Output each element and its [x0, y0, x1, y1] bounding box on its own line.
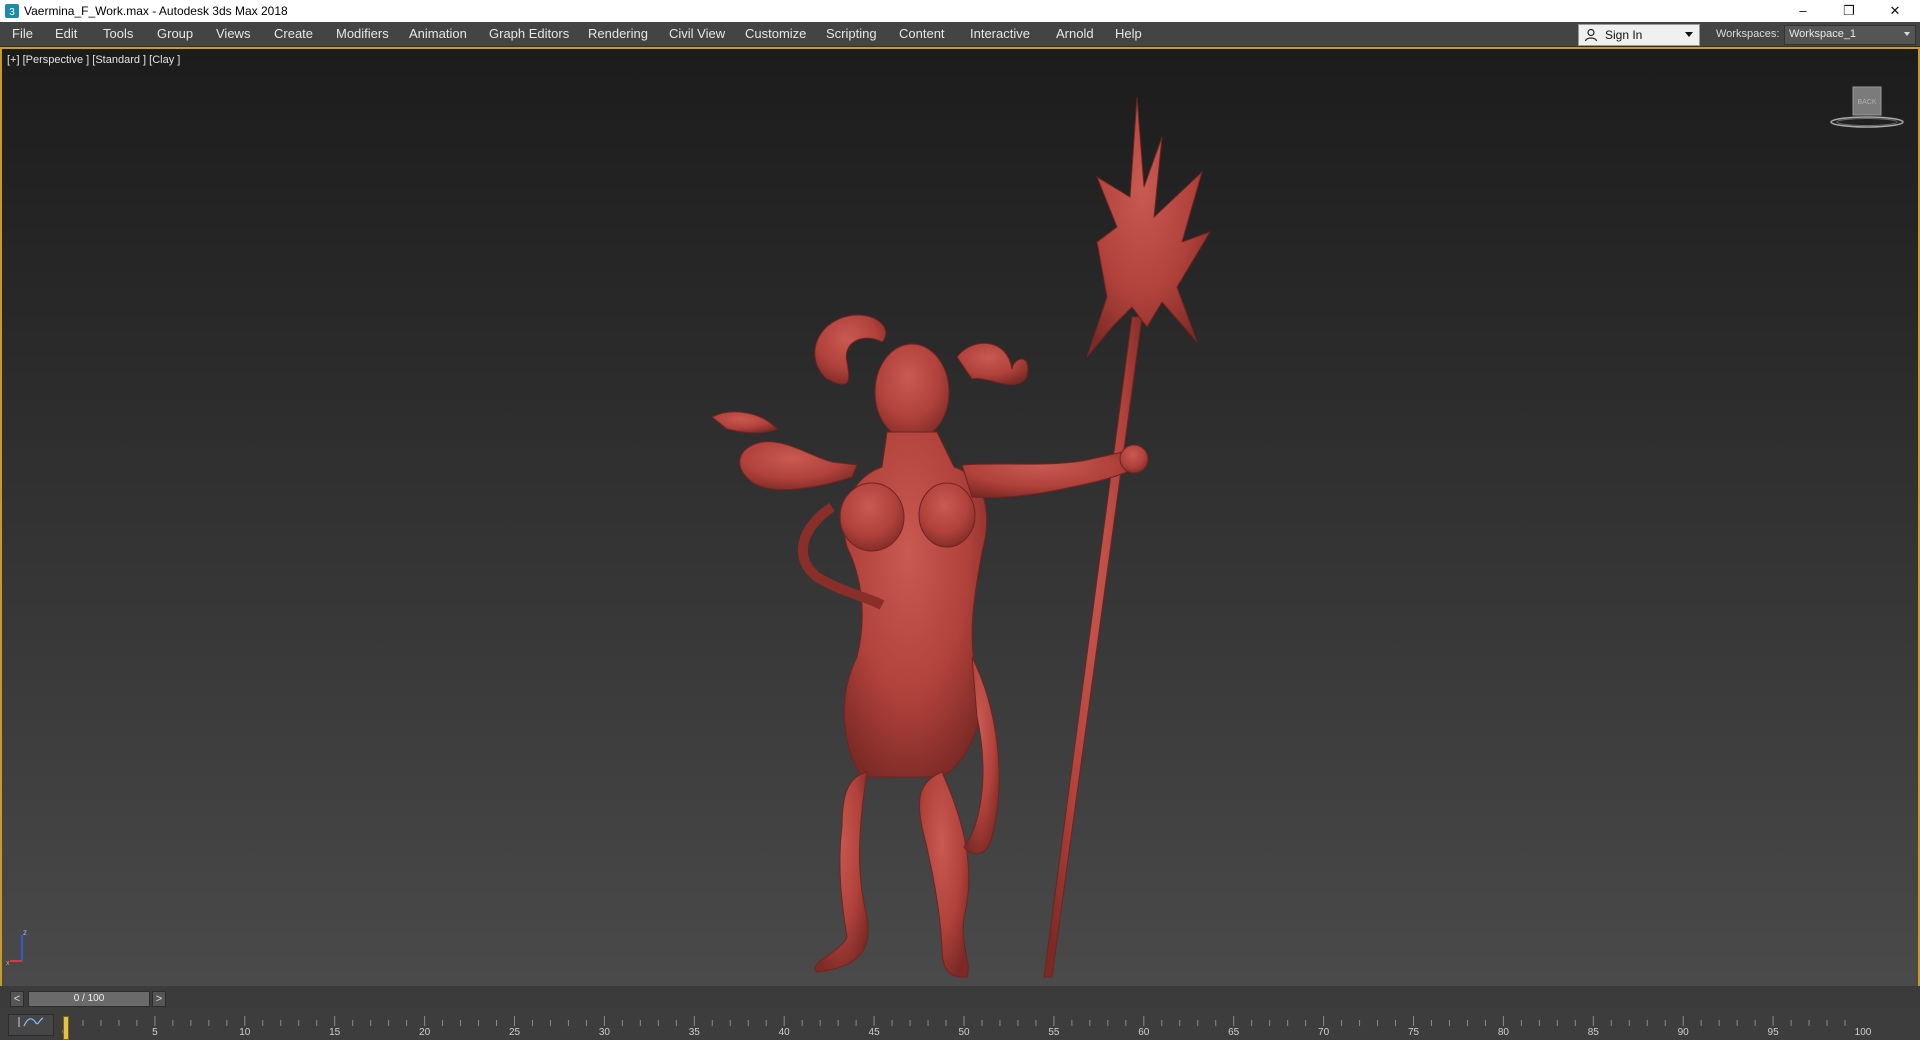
- 3ds-max-app-icon: 3: [5, 4, 19, 18]
- ruler-tick-label: 45: [868, 1027, 880, 1038]
- ruler-tick-label: 90: [1677, 1027, 1689, 1038]
- menu-content[interactable]: Content: [899, 22, 945, 46]
- menu-group[interactable]: Group: [157, 22, 193, 46]
- ruler-tick-label: 70: [1318, 1027, 1330, 1038]
- next-frame-button[interactable]: >: [152, 991, 166, 1007]
- menu-customize[interactable]: Customize: [745, 22, 806, 46]
- svg-text:z: z: [23, 928, 27, 937]
- ruler-tick-label: 55: [1048, 1027, 1060, 1038]
- viewport-label-menu[interactable]: [+] [Perspective ] [Standard ] [Clay ]: [7, 54, 180, 66]
- menu-interactive[interactable]: Interactive: [970, 22, 1030, 46]
- close-button[interactable]: ✕: [1872, 0, 1918, 22]
- perspective-viewport[interactable]: [+] [Perspective ] [Standard ] [Clay ] B…: [0, 47, 1920, 988]
- menu-civil-view[interactable]: Civil View: [669, 22, 725, 46]
- sign-in-dropdown[interactable]: Sign In: [1578, 24, 1700, 46]
- ruler-tick-label: 5: [152, 1027, 158, 1038]
- current-frame-marker[interactable]: [63, 1016, 69, 1040]
- menu-help[interactable]: Help: [1115, 22, 1142, 46]
- restore-button[interactable]: ❐: [1826, 0, 1872, 22]
- demon-sculpt-model[interactable]: [642, 57, 1262, 982]
- ruler-tick-label: 30: [598, 1027, 610, 1038]
- track-bar[interactable]: 0510152025303540455055606570758085909510…: [0, 1008, 1920, 1040]
- menu-graph-editors[interactable]: Graph Editors: [489, 22, 569, 46]
- menu-modifiers[interactable]: Modifiers: [336, 22, 389, 46]
- workspaces-label: Workspaces:: [1716, 28, 1780, 40]
- mini-curve-editor-button[interactable]: [8, 1014, 54, 1036]
- viewcube-face-label: BACK: [1857, 99, 1876, 106]
- user-icon: [1584, 28, 1598, 42]
- ruler-tick-label: 25: [508, 1027, 521, 1038]
- minimize-button[interactable]: –: [1780, 0, 1826, 22]
- ruler-tick-label: 20: [419, 1027, 431, 1038]
- ruler-tick-label: 60: [1138, 1027, 1150, 1038]
- workspace-value: Workspace_1: [1789, 28, 1857, 40]
- previous-frame-button[interactable]: <: [10, 991, 24, 1007]
- svg-text:3: 3: [9, 7, 15, 18]
- ruler-tick-label: 75: [1407, 1027, 1420, 1038]
- workspace-select[interactable]: Workspace_1: [1784, 25, 1916, 45]
- time-slider[interactable]: 0 / 100: [28, 991, 150, 1007]
- ruler-tick-label: 10: [239, 1027, 251, 1038]
- menu-arnold[interactable]: Arnold: [1056, 22, 1094, 46]
- menu-create[interactable]: Create: [274, 22, 313, 46]
- viewcube[interactable]: BACK: [1827, 83, 1907, 133]
- axis-tripod-icon: z x: [6, 928, 27, 967]
- ruler-tick-label: 15: [329, 1027, 341, 1038]
- svg-text:x: x: [6, 960, 10, 967]
- title-bar: 3 Vaermina_F_Work.max - Autodesk 3ds Max…: [0, 0, 1920, 22]
- ruler-tick-label: 40: [778, 1027, 790, 1038]
- mini-curve-editor-icon: [18, 1017, 44, 1027]
- menu-tools[interactable]: Tools: [103, 22, 133, 46]
- sign-in-label: Sign In: [1605, 28, 1643, 42]
- ruler-tick-label: 80: [1497, 1027, 1509, 1038]
- ruler-tick-label: 95: [1767, 1027, 1779, 1038]
- menu-rendering[interactable]: Rendering: [588, 22, 648, 46]
- window-title: Vaermina_F_Work.max - Autodesk 3ds Max 2…: [24, 4, 288, 18]
- menu-views[interactable]: Views: [216, 22, 250, 46]
- chevron-down-icon: [1904, 32, 1910, 36]
- menu-file[interactable]: File: [12, 22, 33, 46]
- menu-animation[interactable]: Animation: [409, 22, 467, 46]
- menu-scripting[interactable]: Scripting: [826, 22, 877, 46]
- ruler-tick-label: 50: [958, 1027, 970, 1038]
- chevron-down-icon: [1685, 32, 1693, 37]
- ruler-tick-label: 85: [1587, 1027, 1599, 1038]
- frame-ruler[interactable]: 0510152025303540455055606570758085909510…: [60, 1008, 1871, 1040]
- time-slider-bar: < 0 / 100 >: [0, 986, 1920, 1008]
- ruler-tick-label: 65: [1228, 1027, 1240, 1038]
- ruler-tick-label: 100: [1854, 1027, 1872, 1038]
- ruler-tick-label: 35: [688, 1027, 700, 1038]
- menu-edit[interactable]: Edit: [55, 22, 77, 46]
